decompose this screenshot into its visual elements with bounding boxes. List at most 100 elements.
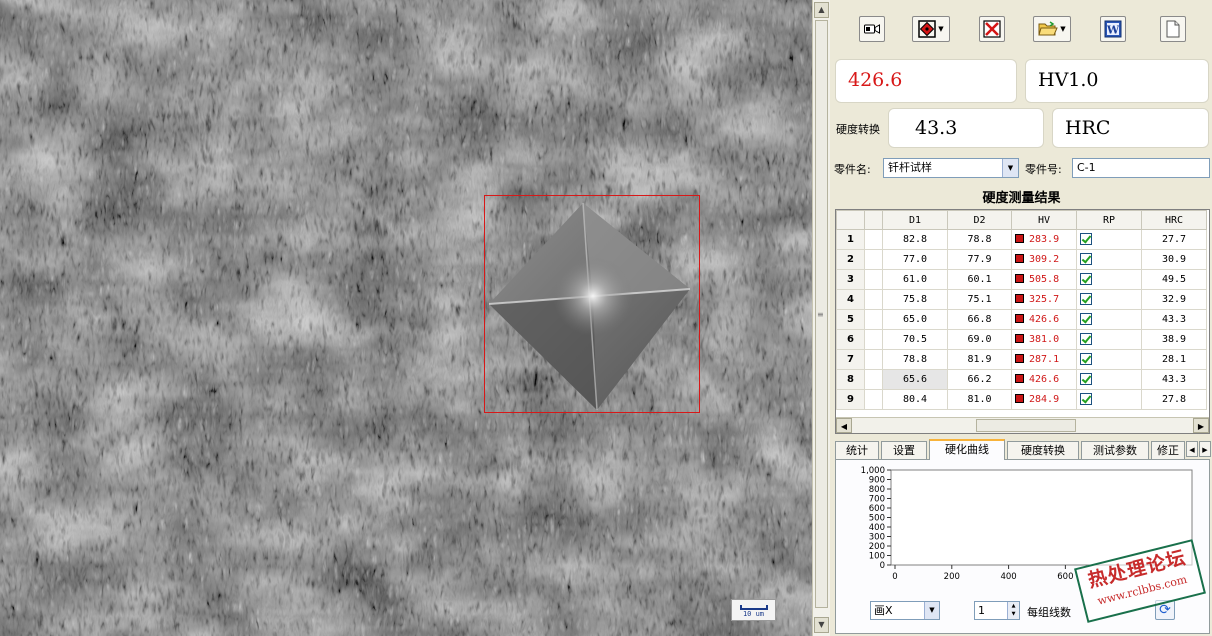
cell-rp[interactable] xyxy=(1076,289,1142,310)
checkbox-checked-icon[interactable] xyxy=(1080,293,1092,305)
cell-d1[interactable]: 61.0 xyxy=(882,269,948,290)
cell-hv[interactable]: 309.2 xyxy=(1011,249,1077,270)
plot-mode-select[interactable]: 画X ▼ xyxy=(870,601,940,620)
cell-hrc[interactable]: 27.7 xyxy=(1141,229,1207,250)
row-number[interactable]: 3 xyxy=(836,269,865,290)
tab-hardening-curve[interactable]: 硬化曲线 xyxy=(929,439,1005,460)
cell-hrc[interactable]: 38.9 xyxy=(1141,329,1207,350)
viewer-vertical-scrollbar[interactable]: ▲ ≡ ▼ xyxy=(812,0,830,636)
table-row[interactable]: 8 65.6 66.2 426.6 43.3 xyxy=(836,369,1207,390)
cell-d1[interactable]: 70.5 xyxy=(882,329,948,350)
column-header-hrc[interactable]: HRC xyxy=(1141,210,1207,230)
scroll-down-arrow-icon[interactable]: ▼ xyxy=(814,617,829,633)
cell-d1[interactable]: 78.8 xyxy=(882,349,948,370)
cell-d1[interactable]: 77.0 xyxy=(882,249,948,270)
cell-hrc[interactable]: 43.3 xyxy=(1141,369,1207,390)
scroll-left-arrow-icon[interactable]: ◀ xyxy=(836,418,852,433)
row-number[interactable]: 9 xyxy=(836,389,865,410)
checkbox-checked-icon[interactable] xyxy=(1080,333,1092,345)
row-number[interactable]: 5 xyxy=(836,309,865,330)
measure-mode-button[interactable]: ▼ xyxy=(912,16,950,42)
tab-settings[interactable]: 设置 xyxy=(881,441,927,459)
scroll-up-arrow-icon[interactable]: ▲ xyxy=(814,2,829,18)
cell-d2[interactable]: 81.0 xyxy=(947,389,1012,410)
checkbox-checked-icon[interactable] xyxy=(1080,273,1092,285)
table-row[interactable]: 2 77.0 77.9 309.2 30.9 xyxy=(836,249,1207,270)
cell-d1[interactable]: 75.8 xyxy=(882,289,948,310)
cell-d2[interactable]: 77.9 xyxy=(947,249,1012,270)
scrollbar-thumb[interactable] xyxy=(976,419,1076,432)
tab-correction[interactable]: 修正 xyxy=(1151,441,1185,459)
cell-d2[interactable]: 81.9 xyxy=(947,349,1012,370)
measurement-box[interactable] xyxy=(484,195,700,413)
cell-hrc[interactable]: 49.5 xyxy=(1141,269,1207,290)
cell-rp[interactable] xyxy=(1076,349,1142,370)
cell-d1[interactable]: 65.0 xyxy=(882,309,948,330)
table-horizontal-scrollbar[interactable]: ◀ ▶ xyxy=(836,417,1209,433)
cell-rp[interactable] xyxy=(1076,369,1142,390)
cell-hv[interactable]: 325.7 xyxy=(1011,289,1077,310)
tab-scroll-left-icon[interactable]: ◀ xyxy=(1186,441,1198,457)
row-number[interactable]: 4 xyxy=(836,289,865,310)
cell-d1[interactable]: 80.4 xyxy=(882,389,948,410)
checkbox-checked-icon[interactable] xyxy=(1080,233,1092,245)
table-row[interactable]: 4 75.8 75.1 325.7 32.9 xyxy=(836,289,1207,310)
table-row[interactable]: 1 82.8 78.8 283.9 27.7 xyxy=(836,229,1207,250)
cell-d2[interactable]: 66.8 xyxy=(947,309,1012,330)
table-row[interactable]: 7 78.8 81.9 287.1 28.1 xyxy=(836,349,1207,370)
row-number[interactable]: 6 xyxy=(836,329,865,350)
camera-button[interactable] xyxy=(859,16,885,42)
results-table[interactable]: D1 D2 HV RP HRC 1 82.8 78.8 283.9 27.7 2 77.0 7… xyxy=(835,209,1210,434)
checkbox-checked-icon[interactable] xyxy=(1080,393,1092,405)
column-header-d1[interactable]: D1 xyxy=(882,210,948,230)
checkbox-checked-icon[interactable] xyxy=(1080,253,1092,265)
column-header-hv[interactable]: HV xyxy=(1011,210,1077,230)
chevron-down-icon[interactable]: ▼ xyxy=(1002,159,1018,177)
cell-hrc[interactable]: 27.8 xyxy=(1141,389,1207,410)
cell-d2[interactable]: 69.0 xyxy=(947,329,1012,350)
scroll-right-arrow-icon[interactable]: ▶ xyxy=(1193,418,1209,433)
row-number[interactable]: 1 xyxy=(836,229,865,250)
tab-hardness-conversion[interactable]: 硬度转换 xyxy=(1007,441,1079,459)
cell-hrc[interactable]: 32.9 xyxy=(1141,289,1207,310)
part-name-select[interactable]: 钎杆试样 ▼ xyxy=(883,158,1019,178)
cell-hv[interactable]: 505.8 xyxy=(1011,269,1077,290)
cell-rp[interactable] xyxy=(1076,329,1142,350)
micrograph-viewer[interactable]: 10 um xyxy=(0,0,812,636)
table-row[interactable]: 6 70.5 69.0 381.0 38.9 xyxy=(836,329,1207,350)
cell-hrc[interactable]: 28.1 xyxy=(1141,349,1207,370)
spin-arrows-icon[interactable]: ▲ ▼ xyxy=(1007,602,1019,619)
column-header-d2[interactable]: D2 xyxy=(947,210,1012,230)
table-row[interactable]: 5 65.0 66.8 426.6 43.3 xyxy=(836,309,1207,330)
cell-hv[interactable]: 283.9 xyxy=(1011,229,1077,250)
lines-per-group-stepper[interactable]: 1 ▲ ▼ xyxy=(974,601,1020,620)
cell-rp[interactable] xyxy=(1076,249,1142,270)
cell-d1[interactable]: 82.8 xyxy=(882,229,948,250)
new-document-button[interactable] xyxy=(1160,16,1186,42)
checkbox-checked-icon[interactable] xyxy=(1080,353,1092,365)
part-number-input[interactable]: C-1 xyxy=(1072,158,1210,178)
tab-scroll-right-icon[interactable]: ▶ xyxy=(1199,441,1211,457)
tab-statistics[interactable]: 统计 xyxy=(835,441,879,459)
tab-test-parameters[interactable]: 测试参数 xyxy=(1081,441,1149,459)
cell-d2[interactable]: 66.2 xyxy=(947,369,1012,390)
cell-hv[interactable]: 381.0 xyxy=(1011,329,1077,350)
cell-d2[interactable]: 60.1 xyxy=(947,269,1012,290)
cell-rp[interactable] xyxy=(1076,229,1142,250)
cell-d2[interactable]: 75.1 xyxy=(947,289,1012,310)
row-number[interactable]: 8 xyxy=(836,369,865,390)
checkbox-checked-icon[interactable] xyxy=(1080,313,1092,325)
table-row[interactable]: 3 61.0 60.1 505.8 49.5 xyxy=(836,269,1207,290)
row-number[interactable]: 7 xyxy=(836,349,865,370)
table-row[interactable]: 9 80.4 81.0 284.9 27.8 xyxy=(836,389,1207,410)
delete-button[interactable] xyxy=(979,16,1005,42)
checkbox-checked-icon[interactable] xyxy=(1080,373,1092,385)
open-file-button[interactable]: ▼ xyxy=(1033,16,1071,42)
cell-d2[interactable]: 78.8 xyxy=(947,229,1012,250)
cell-hrc[interactable]: 43.3 xyxy=(1141,309,1207,330)
export-word-button[interactable]: W xyxy=(1100,16,1126,42)
cell-rp[interactable] xyxy=(1076,269,1142,290)
cell-hv[interactable]: 287.1 xyxy=(1011,349,1077,370)
cell-d1[interactable]: 65.6 xyxy=(882,369,948,390)
cell-hrc[interactable]: 30.9 xyxy=(1141,249,1207,270)
